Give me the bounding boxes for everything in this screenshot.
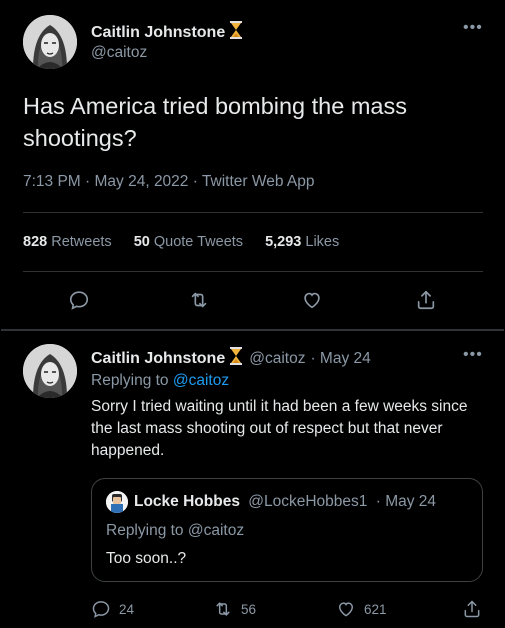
- retweet-icon[interactable]: [188, 289, 210, 311]
- retweet-count: 56: [241, 601, 257, 617]
- like-icon[interactable]: [301, 289, 323, 311]
- author-name[interactable]: Caitlin Johnstone: [91, 24, 225, 42]
- quote-tweets-label: Quote Tweets: [153, 234, 244, 250]
- tweet-thread: Caitlin Johnstone @caitoz ••• Has Americ…: [1, 1, 504, 627]
- divider: [23, 271, 483, 272]
- author-handle[interactable]: @caitoz: [91, 44, 147, 62]
- replying-handle-link[interactable]: @caitoz: [173, 372, 229, 389]
- more-options-icon[interactable]: •••: [463, 346, 483, 364]
- quoted-avatar[interactable]: [106, 491, 128, 513]
- like-icon: [336, 599, 356, 619]
- like-count: 621: [364, 601, 387, 617]
- reply-icon: [91, 599, 111, 619]
- quoted-date: · May 24: [375, 493, 437, 510]
- quoted-tweet[interactable]: Locke Hobbes @LockeHobbes1 · May 24 Repl…: [91, 478, 483, 582]
- quoted-replying-prefix: Replying to: [106, 522, 184, 539]
- retweet-button[interactable]: 56: [213, 599, 256, 619]
- reply-button[interactable]: 24: [91, 599, 134, 619]
- author-row: Caitlin Johnstone @caitoz · May 24: [91, 347, 371, 370]
- share-icon[interactable]: [415, 289, 437, 311]
- avatar[interactable]: [23, 344, 77, 398]
- quoted-replying-to: Replying to @caitoz: [106, 522, 244, 540]
- likes-label: Likes: [305, 234, 340, 250]
- reply-text: Sorry I tried waiting until it had been …: [91, 398, 468, 459]
- quoted-author-name[interactable]: Locke Hobbes: [134, 493, 240, 510]
- replying-to: Replying to @caitoz: [91, 372, 229, 390]
- quote-tweets-count: 50: [133, 234, 150, 250]
- retweet-icon: [213, 599, 233, 619]
- like-button[interactable]: 621: [336, 599, 387, 619]
- quoted-author-handle[interactable]: @LockeHobbes1: [248, 493, 367, 510]
- main-tweet: Caitlin Johnstone @caitoz ••• Has Americ…: [1, 1, 504, 327]
- hourglass-icon: [229, 347, 243, 370]
- likes-count: 5,293: [265, 234, 302, 250]
- tweet-date[interactable]: · May 24: [310, 350, 370, 368]
- author-handle[interactable]: @caitoz: [249, 350, 305, 368]
- tweet-timestamp[interactable]: 7:13 PM · May 24, 2022 · Twitter Web App: [23, 173, 315, 191]
- reply-icon[interactable]: [68, 289, 90, 311]
- tweet-text: Has America tried bombing the mass shoot…: [23, 93, 407, 151]
- retweets-stat[interactable]: 828 Retweets: [23, 234, 112, 250]
- more-options-icon[interactable]: •••: [463, 19, 483, 37]
- divider: [23, 212, 483, 213]
- likes-stat[interactable]: 5,293 Likes: [265, 234, 339, 250]
- replying-prefix: Replying to: [91, 372, 169, 389]
- thread-separator: [1, 329, 504, 331]
- share-icon: [462, 599, 482, 619]
- quoted-text: Too soon..?: [106, 550, 187, 567]
- author-name[interactable]: Caitlin Johnstone: [91, 350, 225, 368]
- author-row: Caitlin Johnstone: [91, 21, 243, 44]
- share-button[interactable]: [462, 599, 482, 619]
- quoted-replying-handle: @caitoz: [187, 522, 245, 539]
- hourglass-icon: [229, 21, 243, 44]
- quoted-author-row: Locke Hobbes @LockeHobbes1 · May 24: [134, 493, 436, 511]
- quote-tweets-stat[interactable]: 50 Quote Tweets: [134, 234, 243, 250]
- avatar[interactable]: [23, 15, 77, 69]
- retweets-label: Retweets: [51, 234, 112, 250]
- tweet-stats: 828 Retweets 50 Quote Tweets 5,293 Likes: [23, 234, 339, 250]
- reply-count: 24: [119, 601, 135, 617]
- retweets-count: 828: [23, 234, 48, 250]
